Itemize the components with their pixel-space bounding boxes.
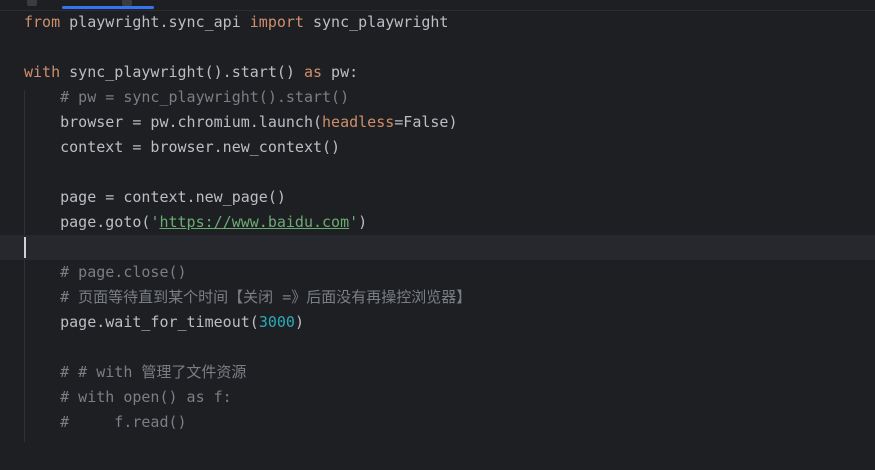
code-line[interactable] <box>0 335 875 360</box>
code-line[interactable]: # pw = sync_playwright().start() <box>0 85 875 110</box>
code-line[interactable]: # f.read() <box>0 410 875 435</box>
code-token: sync_playwright <box>303 13 449 31</box>
code-token: https://www.baidu.com <box>159 213 350 231</box>
text-caret <box>24 237 26 258</box>
code-line[interactable]: from playwright.sync_api import sync_pla… <box>0 10 875 35</box>
code-line[interactable]: # # with 管理了文件资源 <box>0 360 875 385</box>
code-editor[interactable]: from playwright.sync_api import sync_pla… <box>0 0 875 470</box>
code-area[interactable]: from playwright.sync_api import sync_pla… <box>0 10 875 460</box>
code-token: 3000 <box>258 313 295 331</box>
code-token: page.goto( <box>24 213 151 231</box>
code-line[interactable]: # with open() as f: <box>0 385 875 410</box>
code-token: playwright.sync_api <box>60 13 250 31</box>
code-line[interactable]: page = context.new_page() <box>0 185 875 210</box>
code-line[interactable] <box>0 160 875 185</box>
active-tab-indicator <box>62 6 154 9</box>
code-token: page.wait_for_timeout( <box>24 313 259 331</box>
code-token: ' <box>349 213 359 231</box>
code-token: # pw = sync_playwright().start() <box>24 88 350 106</box>
code-token: # with open() as f: <box>24 388 232 406</box>
code-line[interactable]: context = browser.new_context() <box>0 135 875 160</box>
code-token: ) <box>358 213 368 231</box>
code-token: ) <box>294 313 304 331</box>
tab-stub[interactable] <box>27 0 37 6</box>
code-line[interactable] <box>0 35 875 60</box>
code-token: pw: <box>322 63 359 81</box>
code-token: as <box>303 63 323 81</box>
code-token: context = browser.new_context() <box>24 138 341 156</box>
code-token: from <box>24 13 61 31</box>
current-line[interactable] <box>0 235 875 260</box>
code-token: # page.close() <box>24 263 187 281</box>
code-token: =False) <box>394 113 458 131</box>
code-token: # # with 管理了文件资源 <box>24 363 247 381</box>
code-line[interactable]: browser = pw.chromium.launch(headless=Fa… <box>0 110 875 135</box>
code-line[interactable]: page.goto('https://www.baidu.com') <box>0 210 875 235</box>
code-token: sync_playwright().start() <box>60 63 304 81</box>
code-token: # 页面等待直到某个时间【关闭 =》后面没有再操控浏览器】 <box>24 288 472 306</box>
code-line[interactable]: # 页面等待直到某个时间【关闭 =》后面没有再操控浏览器】 <box>0 285 875 310</box>
code-line[interactable]: page.wait_for_timeout(3000) <box>0 310 875 335</box>
code-line[interactable] <box>0 435 875 460</box>
code-token: headless <box>322 113 395 131</box>
code-token: with <box>24 63 61 81</box>
code-token: page = context.new_page() <box>24 188 286 206</box>
code-token: import <box>249 13 304 31</box>
code-line[interactable]: # page.close() <box>0 260 875 285</box>
code-token: # f.read() <box>24 413 187 431</box>
code-token: browser = pw.chromium.launch( <box>24 113 323 131</box>
code-line[interactable]: with sync_playwright().start() as pw: <box>0 60 875 85</box>
